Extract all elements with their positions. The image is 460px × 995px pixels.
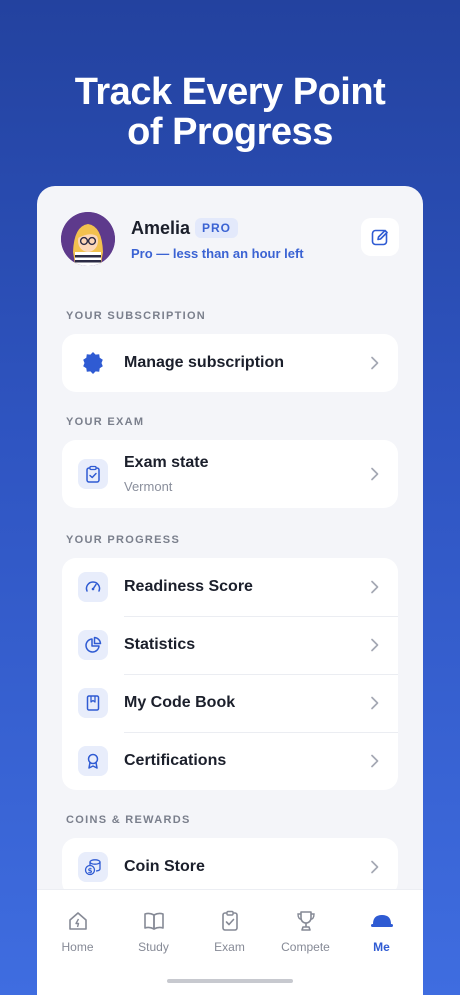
home-indicator [167, 979, 293, 983]
tab-home[interactable]: Home [39, 908, 116, 954]
chevron-right-icon [371, 580, 379, 594]
exam-card: Exam state Vermont [62, 440, 398, 508]
section-title-rewards: COINS & REWARDS [66, 814, 191, 826]
phone-screen: Amelia PRO Pro — less than an hour left … [37, 186, 423, 995]
coin-store-row[interactable]: $ Coin Store [62, 838, 398, 896]
tab-label: Study [138, 940, 169, 954]
tab-exam[interactable]: Exam [191, 908, 268, 954]
tab-study[interactable]: Study [115, 908, 192, 954]
rewards-card: $ Coin Store [62, 838, 398, 896]
section-title-subscription: YOUR SUBSCRIPTION [66, 310, 207, 322]
svg-text:$: $ [88, 867, 93, 875]
edit-profile-button[interactable] [361, 218, 399, 256]
pie-chart-icon [78, 630, 108, 660]
headline-line-2: of Progress [127, 111, 333, 153]
chevron-right-icon [371, 638, 379, 652]
edit-icon [371, 229, 388, 246]
certifications-row[interactable]: Certifications [62, 732, 398, 790]
section-title-exam: YOUR EXAM [66, 416, 145, 428]
coins-icon: $ [78, 852, 108, 882]
pro-badge: PRO [195, 218, 239, 238]
tab-me[interactable]: Me [343, 908, 420, 954]
badge-icon [78, 348, 108, 378]
clipboard-check-icon [78, 459, 108, 489]
clipboard-icon [221, 910, 238, 931]
headline: Track Every Point of Progress [0, 72, 460, 152]
row-label: Certifications [124, 752, 227, 769]
row-label: Coin Store [124, 858, 205, 875]
chevron-right-icon [371, 467, 379, 481]
exam-state-value: Vermont [124, 479, 173, 494]
pro-status-text: Pro — less than an hour left [131, 246, 304, 261]
chevron-right-icon [371, 860, 379, 874]
progress-card: Readiness Score Statistics My Code Book [62, 558, 398, 790]
chevron-right-icon [371, 696, 379, 710]
chevron-right-icon [371, 356, 379, 370]
headline-line-1: Track Every Point [74, 71, 386, 113]
section-title-progress: YOUR PROGRESS [66, 534, 181, 546]
award-icon [78, 746, 108, 776]
hard-hat-icon [370, 915, 393, 927]
row-label: My Code Book [124, 694, 236, 711]
open-book-icon [143, 912, 164, 930]
home-icon [68, 912, 87, 930]
gauge-icon [78, 572, 108, 602]
readiness-score-row[interactable]: Readiness Score [62, 558, 398, 616]
user-name: Amelia [131, 218, 191, 238]
tab-label: Home [61, 940, 94, 954]
subscription-card: Manage subscription [62, 334, 398, 392]
exam-state-row[interactable]: Exam state Vermont [62, 440, 398, 508]
row-label: Manage subscription [124, 354, 285, 371]
manage-subscription-row[interactable]: Manage subscription [62, 334, 398, 392]
avatar[interactable] [61, 212, 115, 266]
tab-compete[interactable]: Compete [267, 908, 344, 954]
tab-bar: Home Study Exam Compete Me [37, 889, 423, 995]
row-label: Statistics [124, 636, 196, 653]
code-book-row[interactable]: My Code Book [62, 674, 398, 732]
row-label: Readiness Score [124, 578, 253, 595]
chevron-right-icon [371, 754, 379, 768]
book-icon [78, 688, 108, 718]
statistics-row[interactable]: Statistics [62, 616, 398, 674]
trophy-icon [296, 911, 315, 931]
profile-header: Amelia PRO Pro — less than an hour left [61, 210, 399, 266]
row-label: Exam state [124, 454, 209, 471]
tab-label: Me [373, 940, 390, 954]
tab-label: Compete [281, 940, 330, 954]
tab-label: Exam [214, 940, 245, 954]
